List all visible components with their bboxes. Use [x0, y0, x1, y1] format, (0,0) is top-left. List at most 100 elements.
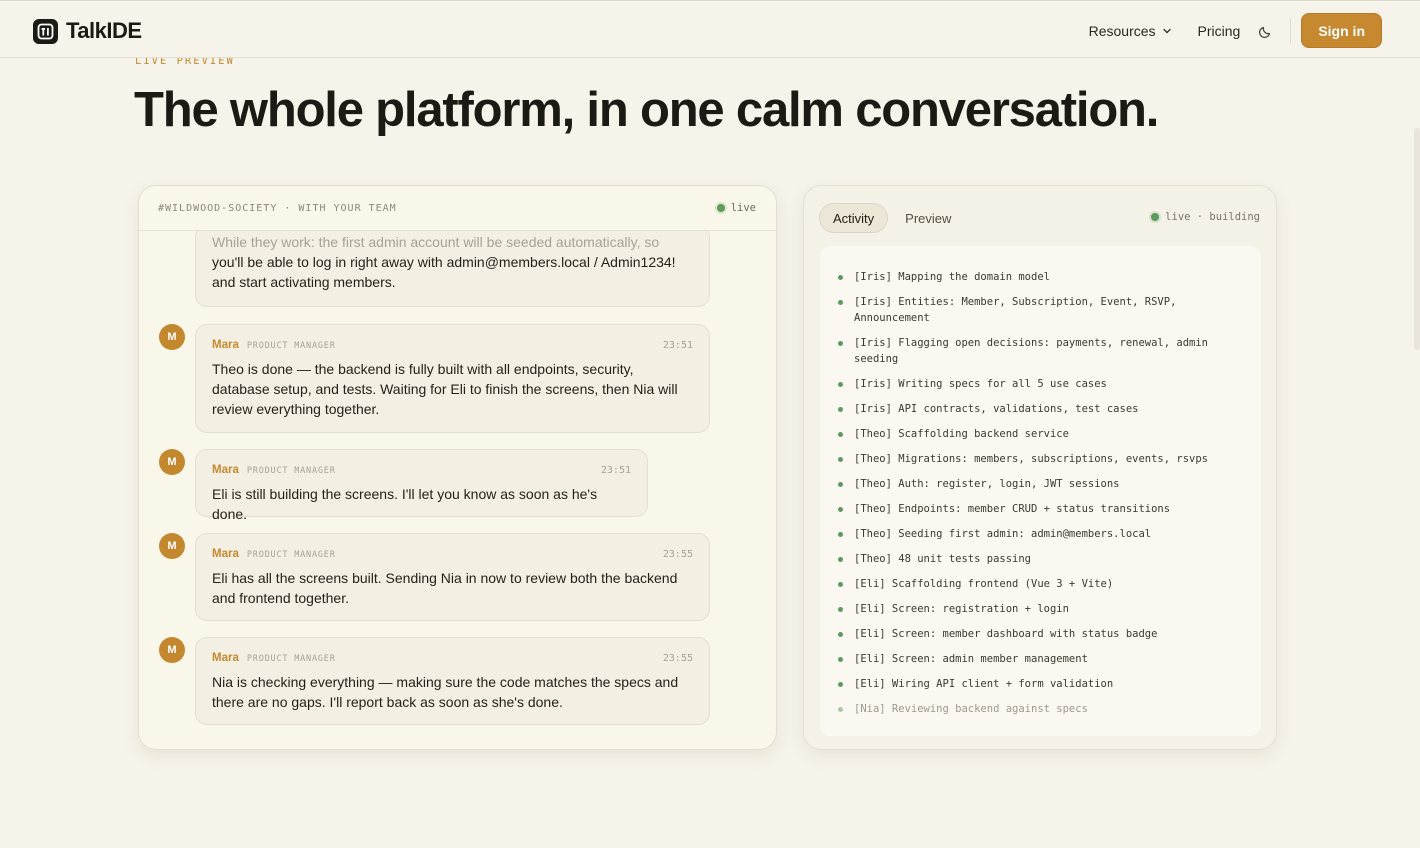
message-role: PRODUCT MANAGER [246, 550, 336, 560]
log-text: [Eli] Screen: admin member management [854, 653, 1088, 665]
message-time: 23:55 [662, 653, 693, 664]
message-list[interactable]: While they work: the first admin account… [139, 231, 776, 749]
bullet-icon [838, 482, 843, 487]
bullet-icon [838, 607, 843, 612]
bullet-icon [838, 432, 843, 437]
log-item: [Eli] Screen: member dashboard with stat… [838, 626, 1243, 642]
message-meta: Mara PRODUCT MANAGER 23:55 [212, 548, 693, 560]
bullet-icon [838, 532, 843, 537]
log-text: [Iris] API contracts, validations, test … [854, 403, 1139, 415]
moon-icon[interactable] [1258, 23, 1274, 39]
bullet-icon [838, 382, 843, 387]
avatar: M [159, 637, 185, 663]
top-navigation: TalkIDE Resources Pricing Sign in [0, 0, 1420, 58]
live-dot-icon [1151, 213, 1160, 221]
log-item: [Theo] 48 unit tests passing [838, 551, 1243, 567]
avatar: M [159, 324, 185, 350]
log-text: [Eli] Screen: member dashboard with stat… [854, 628, 1158, 640]
sign-in-button[interactable]: Sign in [1301, 13, 1382, 48]
page-headline: The whole platform, in one calm conversa… [134, 83, 1159, 137]
message-bubble: While they work: the first admin account… [195, 231, 710, 307]
log-text: [Iris] Writing specs for all 5 use cases [854, 378, 1107, 390]
brand-logo[interactable]: TalkIDE [33, 18, 142, 44]
log-text: [Theo] 48 unit tests passing [854, 553, 1032, 565]
message-text: Eli has all the screens built. Sending N… [212, 570, 678, 606]
bullet-icon [838, 507, 843, 512]
logo-icon [33, 18, 58, 44]
avatar: M [159, 449, 185, 475]
bullet-icon [838, 457, 843, 462]
log-item: [Iris] API contracts, validations, test … [838, 401, 1243, 417]
message-text: you'll be able to log in right away with… [212, 254, 676, 290]
log-text: [Theo] Endpoints: member CRUD + status t… [854, 503, 1171, 515]
log-text: [Iris] Mapping the domain model [854, 271, 1050, 283]
message-bubble: Mara PRODUCT MANAGER 23:51 Theo is done … [195, 324, 710, 433]
message-sender: Mara [212, 339, 239, 351]
log-item: [Iris] Mapping the domain model [838, 269, 1243, 285]
chevron-down-icon [1162, 28, 1171, 33]
channel-name: #WILDWOOD-SOCIETY · WITH YOUR TEAM [158, 202, 397, 214]
nav-pricing-link[interactable]: Pricing [1198, 23, 1241, 39]
nav-resources-label: Resources [1088, 22, 1156, 39]
message-meta: Mara PRODUCT MANAGER 23:55 [212, 652, 693, 664]
log-text: [Theo] Migrations: members, subscription… [854, 453, 1209, 465]
bullet-icon [838, 632, 843, 637]
log-text: [Eli] Wiring API client + form validatio… [854, 678, 1114, 690]
log-text: [Eli] Screen: registration + login [854, 603, 1069, 615]
log-item: [Eli] Scaffolding frontend (Vue 3 + Vite… [838, 576, 1243, 592]
activity-log[interactable]: [Iris] Mapping the domain model [Iris] E… [820, 246, 1261, 736]
message-meta: Mara PRODUCT MANAGER 23:51 [212, 339, 693, 351]
log-item: [Iris] Entities: Member, Subscription, E… [838, 294, 1243, 326]
bullet-icon [838, 341, 843, 346]
log-text: [Iris] Flagging open decisions: payments… [854, 337, 1209, 365]
live-status-label: live [730, 202, 756, 214]
message-text-faded: While they work: the first admin account… [212, 234, 660, 250]
activity-panel: Activity Preview live · building [Iris] … [803, 185, 1277, 750]
brand-name: TalkIDE [66, 18, 142, 43]
nav-menu: Resources Pricing Sign in [1089, 13, 1382, 48]
message-role: PRODUCT MANAGER [246, 341, 336, 351]
panel-tabs: Activity Preview [819, 203, 964, 233]
log-text: [Theo] Seeding first admin: admin@member… [854, 528, 1152, 540]
build-status: live · building [1151, 211, 1260, 223]
log-item: [Iris] Writing specs for all 5 use cases [838, 376, 1243, 392]
message-role: PRODUCT MANAGER [246, 466, 336, 476]
message-time: 23:51 [662, 340, 693, 351]
log-item: [Iris] Flagging open decisions: payments… [838, 335, 1243, 367]
message-bubble: Mara PRODUCT MANAGER 23:55 Eli has all t… [195, 533, 710, 621]
nav-resources-dropdown[interactable]: Resources [1089, 23, 1172, 39]
avatar: M [159, 533, 185, 559]
tab-preview[interactable]: Preview [892, 203, 964, 233]
message-time: 23:55 [662, 549, 693, 560]
message-bubble: Mara PRODUCT MANAGER 23:55 Nia is checki… [195, 637, 710, 725]
tab-activity[interactable]: Activity [819, 203, 889, 233]
log-text: [Iris] Entities: Member, Subscription, E… [854, 296, 1177, 324]
message-text: Theo is done — the backend is fully buil… [212, 361, 678, 417]
log-item: [Eli] Screen: registration + login [838, 601, 1243, 617]
message-text: Eli is still building the screens. I'll … [212, 486, 598, 522]
message-sender: Mara [212, 464, 239, 476]
live-dot-icon [716, 204, 725, 212]
page-scrollbar[interactable] [1414, 128, 1420, 350]
message-text: Nia is checking everything — making sure… [212, 674, 679, 710]
nav-pricing-label: Pricing [1197, 22, 1241, 39]
message-meta: Mara PRODUCT MANAGER 23:51 [212, 464, 631, 476]
log-item: [Theo] Scaffolding backend service [838, 426, 1243, 442]
build-status-label: live · building [1165, 211, 1260, 223]
bullet-icon [838, 657, 843, 662]
log-text: [Theo] Auth: register, login, JWT sessio… [854, 478, 1120, 490]
log-item: [Theo] Endpoints: member CRUD + status t… [838, 501, 1243, 517]
message-time: 23:51 [600, 465, 631, 476]
message-bubble: Mara PRODUCT MANAGER 23:51 Eli is still … [195, 449, 648, 522]
log-text: [Theo] Scaffolding backend service [854, 428, 1069, 440]
log-item-pending: [Nia] Reviewing backend against specs [838, 701, 1243, 717]
log-item: [Theo] Seeding first admin: admin@member… [838, 526, 1243, 542]
bullet-icon [838, 682, 843, 687]
bullet-icon [838, 300, 843, 305]
log-text: [Nia] Reviewing backend against specs [854, 703, 1088, 715]
bullet-icon [838, 557, 843, 562]
chat-panel: #WILDWOOD-SOCIETY · WITH YOUR TEAM live … [138, 185, 777, 750]
bullet-icon [838, 275, 843, 280]
bullet-icon [838, 582, 843, 587]
log-item: [Theo] Auth: register, login, JWT sessio… [838, 476, 1243, 492]
